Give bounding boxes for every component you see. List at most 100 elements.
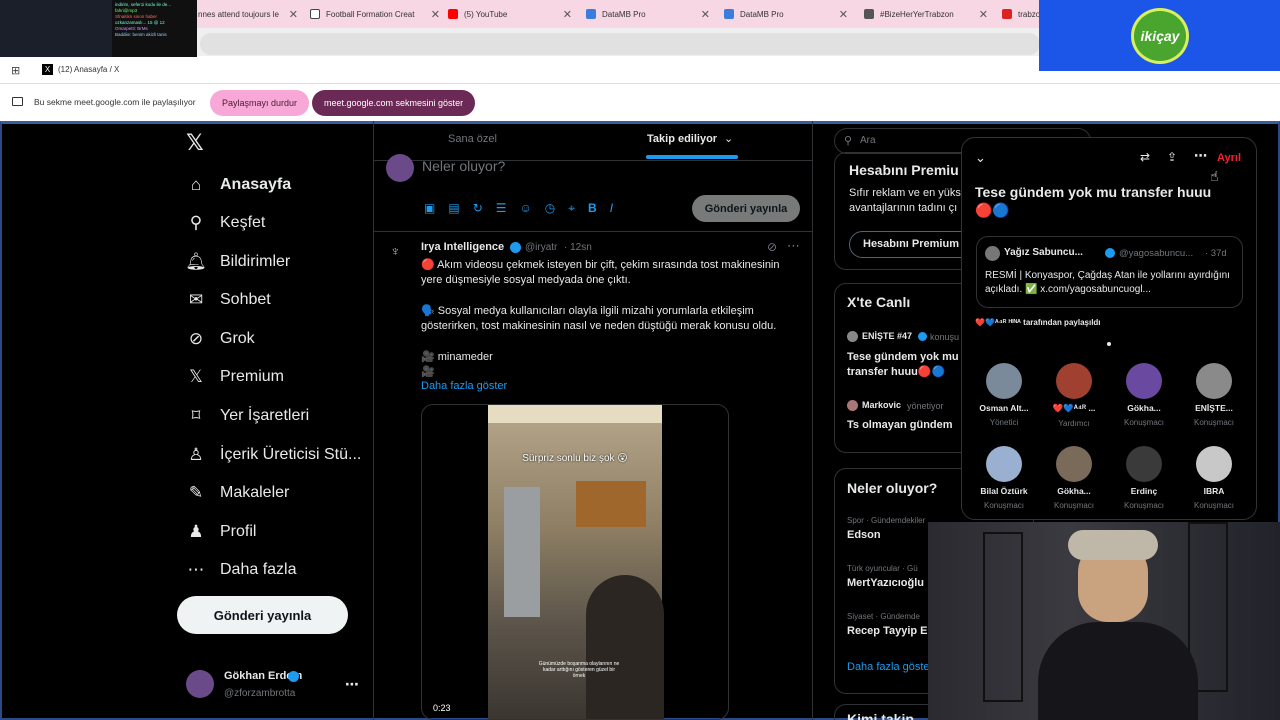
browser-tab[interactable]: #BizeHerYerTrabzon ✕ bbox=[864, 0, 988, 28]
nav-item-messages[interactable]: ✉ Sohbet bbox=[186, 286, 271, 314]
speaker[interactable]: Bilal Öztürk Konuşmacı bbox=[970, 446, 1038, 510]
fridge bbox=[504, 487, 540, 617]
poll-icon[interactable]: ☰ bbox=[496, 201, 507, 216]
trend-meta: Siyaset · Gündemde bbox=[847, 612, 920, 621]
bold-icon[interactable]: B bbox=[588, 201, 597, 216]
grok-icon[interactable]: ⊘ bbox=[767, 240, 777, 254]
tab-for-you[interactable]: Sana özel bbox=[448, 133, 497, 145]
grok-compose-icon[interactable]: ↻ bbox=[473, 201, 483, 216]
ikicay-logo: ikiçay bbox=[1131, 8, 1189, 64]
streamer-hair bbox=[1068, 530, 1158, 560]
trend-name[interactable]: Edson bbox=[847, 529, 881, 541]
active-tab-title[interactable]: (12) Anasayfa / X bbox=[58, 65, 119, 74]
nav-item-more[interactable]: ⋯ Daha fazla bbox=[186, 556, 297, 584]
more-icon[interactable]: ⋯ bbox=[787, 238, 800, 254]
speaker[interactable]: ❤️💙ᴬ⁴ᴿ ... Yardımcı bbox=[1040, 363, 1108, 428]
close-tab-icon[interactable]: ✕ bbox=[289, 8, 298, 21]
nav-item-creator-studio[interactable]: ♙ İçerik Üreticisi Stü... bbox=[186, 441, 361, 469]
show-tab-button[interactable]: meet.google.com sekmesini göster bbox=[312, 90, 476, 116]
trend-name[interactable]: MertYazıcıoğlu bbox=[847, 577, 924, 589]
composer-avatar bbox=[386, 154, 414, 182]
flip-icon[interactable]: ⇄ bbox=[1140, 150, 1150, 164]
grid-icon[interactable]: ⊞ bbox=[11, 64, 20, 77]
tweet-text: 🔴 Akım videosu çekmek isteyen bir çift, … bbox=[421, 259, 780, 286]
browser-tab[interactable]: DataMB Pro ✕ bbox=[724, 0, 848, 28]
account-handle: @zforzambrotta bbox=[224, 688, 296, 699]
tweet-time[interactable]: · 12sn bbox=[564, 242, 592, 253]
account-menu-icon[interactable]: ⋯ bbox=[345, 676, 359, 693]
address-bar[interactable] bbox=[200, 33, 1040, 55]
location-icon[interactable]: ⌖ bbox=[568, 201, 575, 216]
composer-post-button[interactable]: Gönderi yayınla bbox=[692, 195, 800, 222]
cursor-icon: ☝ bbox=[1210, 168, 1219, 184]
browser-tab[interactable]: nnes attend toujours le ✕ bbox=[198, 0, 298, 28]
nav-item-bookmarks[interactable]: ⌑ Yer İşaretleri bbox=[186, 402, 310, 430]
post-button[interactable]: Gönderi yayınla bbox=[177, 596, 348, 634]
x-logo-icon[interactable]: 𝕏 bbox=[186, 130, 204, 156]
gif-icon[interactable]: ▤ bbox=[448, 201, 459, 216]
tweet-text: 🎥 bbox=[421, 366, 435, 378]
nav-item-grok[interactable]: ⊘ Grok bbox=[186, 325, 255, 353]
nav-item-home[interactable]: ⌂ Anasayfa bbox=[186, 171, 291, 199]
browser-tab[interactable]: trabzo bbox=[1002, 0, 1042, 28]
browser-tab[interactable]: (5) YouTube ✕ bbox=[448, 0, 572, 28]
schedule-icon[interactable]: ◷ bbox=[545, 201, 555, 216]
live-role: yönetiyor bbox=[907, 401, 944, 411]
nav-item-premium[interactable]: 𝕏 Premium bbox=[186, 363, 284, 391]
divider bbox=[374, 231, 812, 232]
nav-item-profile[interactable]: ♟ Profil bbox=[186, 518, 256, 546]
video-frame[interactable]: Sürpriz sonlu biz şok 😮 Günümüzde boşanm… bbox=[488, 405, 664, 719]
nav-item-explore[interactable]: ⚲ Keşfet bbox=[186, 209, 266, 237]
irya-avatar[interactable]: ♆ bbox=[390, 243, 410, 265]
stop-sharing-button[interactable]: Paylaşmayı durdur bbox=[210, 90, 310, 116]
speaker[interactable]: ENİŞTE... Konuşmacı bbox=[1180, 363, 1248, 427]
speaker[interactable]: Gökha... Konuşmacı bbox=[1040, 446, 1108, 510]
tab-following[interactable]: Takip ediliyor bbox=[647, 133, 717, 145]
trend-name[interactable]: Recep Tayyip E bbox=[847, 625, 928, 637]
speaker[interactable]: Erdinç Konuşmacı bbox=[1110, 446, 1178, 510]
trend-meta: Spor · Gündemdekiler bbox=[847, 516, 926, 525]
speaker[interactable]: Gökha... Konuşmacı bbox=[1110, 363, 1178, 427]
close-tab-icon[interactable]: ✕ bbox=[563, 8, 572, 21]
avatar bbox=[1196, 363, 1232, 399]
x-icon: 𝕏 bbox=[189, 367, 203, 386]
trends-show-more[interactable]: Daha fazla göste bbox=[847, 661, 930, 673]
nav-item-articles[interactable]: ✎ Makaleler bbox=[186, 479, 289, 507]
composer-input[interactable]: Neler oluyor? bbox=[422, 158, 505, 174]
datamb-icon bbox=[586, 9, 596, 19]
who-to-follow-title: Kimi takip bbox=[847, 711, 914, 720]
more-icon[interactable]: ⋯ bbox=[1194, 148, 1207, 164]
tweet-text: 🎥 minameder bbox=[421, 351, 493, 363]
browser-tab[interactable]: DataMB Pro ✕ bbox=[586, 0, 710, 28]
live-space-title[interactable]: Tese gündem yok mu transfer huuu🔴🔵 bbox=[847, 350, 962, 380]
leave-button[interactable]: Ayrıl bbox=[1217, 152, 1241, 164]
live-title: X'te Canlı bbox=[847, 294, 911, 310]
live-user[interactable]: Markovic bbox=[862, 400, 901, 410]
hashtag-icon bbox=[864, 9, 874, 19]
video-container[interactable]: Sürpriz sonlu biz şok 😮 Günümüzde boşanm… bbox=[421, 404, 729, 720]
tweet-handle[interactable]: @iryatr bbox=[525, 242, 557, 253]
close-tab-icon[interactable]: ✕ bbox=[839, 8, 848, 21]
browser-tab[interactable]: Football Formation Creat ✕ bbox=[310, 0, 440, 28]
live-space-title[interactable]: Ts olmayan gündem bbox=[847, 419, 953, 431]
trend-meta: Türk oyuncular · Gü bbox=[847, 564, 918, 573]
live-user[interactable]: ENİŞTE #47 bbox=[862, 331, 912, 341]
nav-item-notifications[interactable]: 🔔︎ Bildirimler bbox=[185, 248, 290, 276]
tweet-author[interactable]: Irya Intelligence bbox=[421, 241, 504, 253]
close-tab-icon[interactable]: ✕ bbox=[701, 8, 710, 21]
chevron-down-icon[interactable]: ⌄ bbox=[724, 132, 733, 145]
image-icon[interactable]: ▣ bbox=[424, 201, 435, 216]
bookmark-icon: ⌑ bbox=[191, 406, 201, 425]
speaker[interactable]: Osman Alt... Yönetici bbox=[970, 363, 1038, 427]
pinned-post[interactable]: Yağız Sabuncu... @yagosabuncu... · 37d R… bbox=[976, 236, 1243, 308]
speaker[interactable]: IBRA Konuşmacı bbox=[1180, 446, 1248, 510]
show-more-link[interactable]: Daha fazla göster bbox=[421, 380, 507, 392]
close-tab-icon[interactable]: ✕ bbox=[431, 8, 440, 21]
chevron-down-icon[interactable]: ⌄ bbox=[975, 150, 986, 166]
close-tab-icon[interactable]: ✕ bbox=[979, 8, 988, 21]
share-icon[interactable]: ⇪ bbox=[1167, 150, 1177, 164]
creator-icon: ♙ bbox=[188, 445, 204, 464]
avatar[interactable] bbox=[186, 670, 214, 698]
emoji-icon[interactable]: ☺ bbox=[520, 201, 532, 216]
italic-icon[interactable]: I bbox=[610, 201, 613, 216]
